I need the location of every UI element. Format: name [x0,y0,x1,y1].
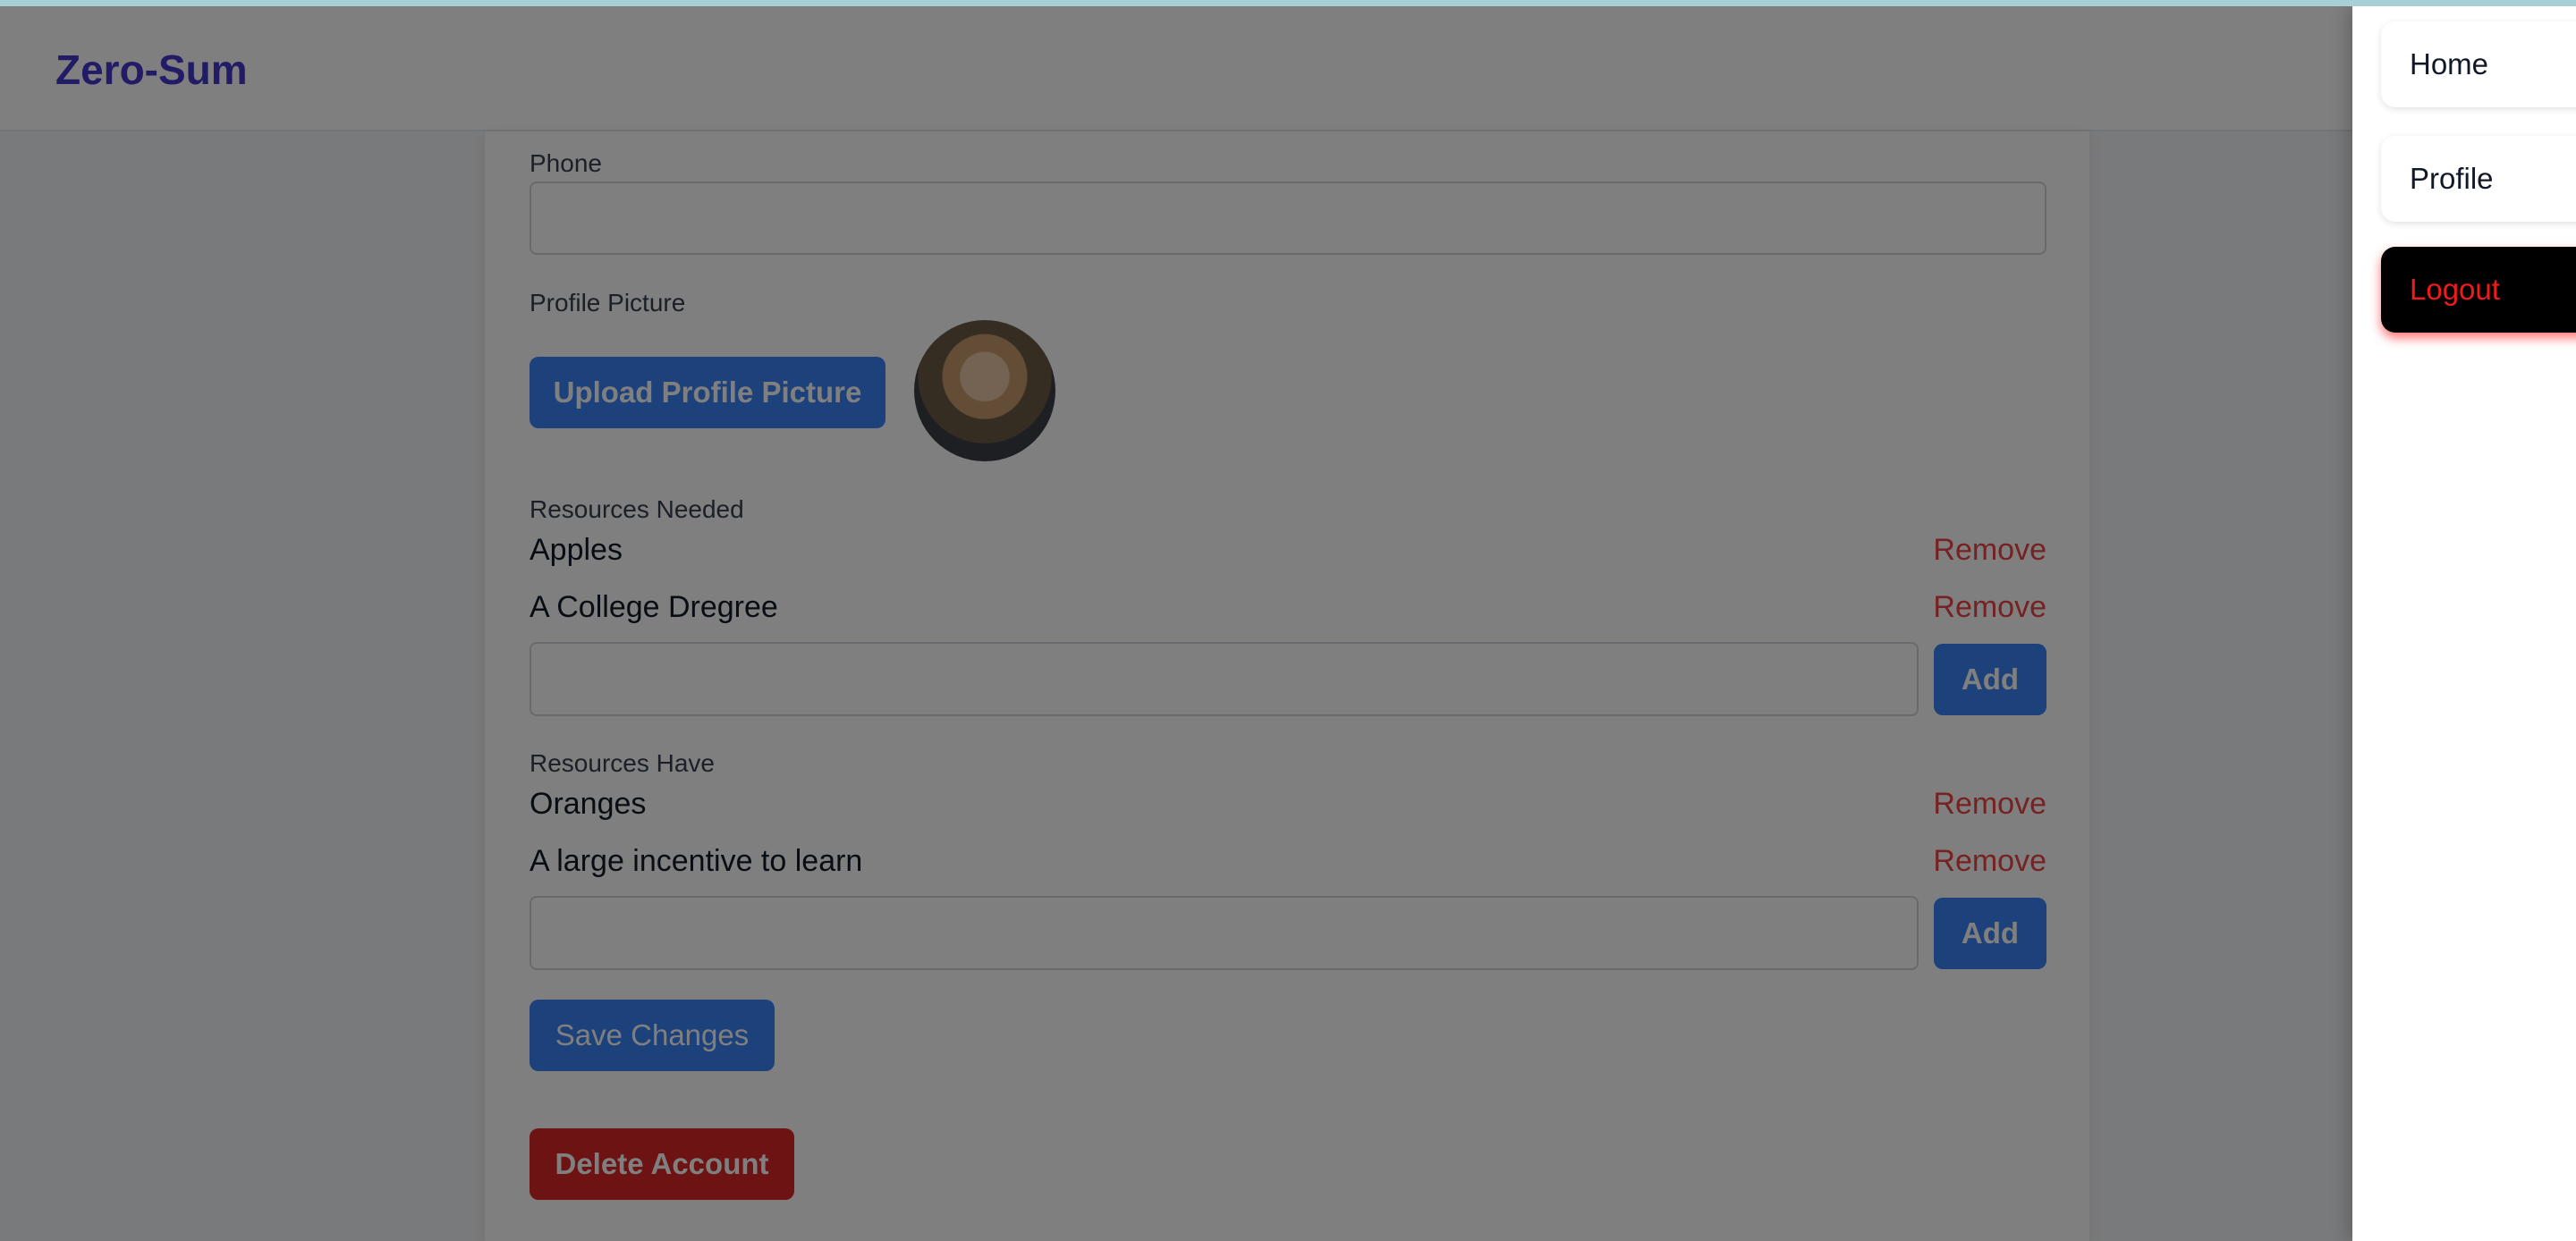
drawer-backdrop[interactable] [0,0,2352,1241]
side-drawer: Home Profile Logout [2352,6,2576,1241]
nav-item-profile[interactable]: Profile [2381,136,2576,222]
window-top-strip [0,0,2576,6]
nav-item-logout[interactable]: Logout [2381,247,2576,333]
nav-item-home[interactable]: Home [2381,21,2576,107]
